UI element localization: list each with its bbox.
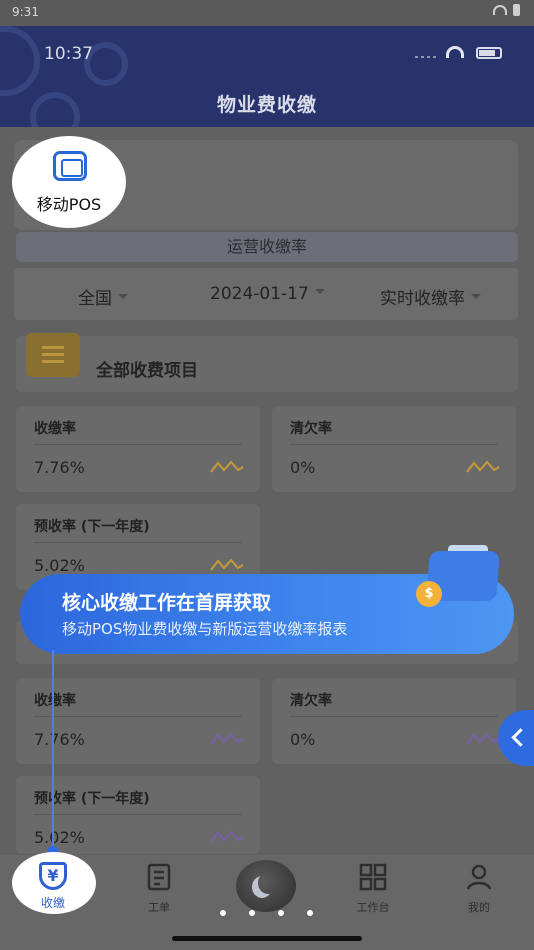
metric-value: 0% xyxy=(290,730,316,749)
app-header: 10:37 物业费收缴 xyxy=(0,26,534,127)
metric-value: 0% xyxy=(290,458,316,477)
metric-value: 5.02% xyxy=(34,556,85,575)
region-dropdown[interactable]: 全国 xyxy=(78,284,128,309)
page-dot xyxy=(220,910,226,916)
metric-label: 清欠率 xyxy=(290,421,332,437)
decor-ring xyxy=(0,26,40,96)
metric-label: 收缴率 xyxy=(34,693,76,709)
filter-row: 全国 2024-01-17 实时收缴率 xyxy=(14,268,518,320)
wifi-icon xyxy=(446,46,464,58)
grid-icon xyxy=(359,863,387,891)
metric-card-collection-rate[interactable]: 收缴率 7.76% xyxy=(16,406,260,492)
system-time: 9:31 xyxy=(12,5,39,19)
list-icon xyxy=(26,333,80,377)
status-clock: 10:37 xyxy=(44,44,93,64)
mobile-pos-label: 移动POS xyxy=(36,195,102,214)
trend-sparkline-icon xyxy=(466,460,500,473)
metric-label: 清欠率 xyxy=(290,693,332,709)
metric-value: 7.76% xyxy=(34,458,85,477)
metric-label: 收缴率 xyxy=(34,421,76,437)
tab-label: 我的 xyxy=(468,901,490,914)
tab-collection[interactable]: ¥ 收缴 xyxy=(18,858,88,911)
date-dropdown[interactable]: 2024-01-17 xyxy=(210,284,325,304)
battery-icon xyxy=(513,4,520,16)
page-dot xyxy=(278,910,284,916)
page-dot xyxy=(307,910,313,916)
metric-card-arrears-rate[interactable]: 清欠率 0% xyxy=(272,678,516,764)
fee-project-label: 全部收费项目 xyxy=(96,361,198,381)
page-dot xyxy=(249,910,255,916)
guide-headline: 核心收缴工作在首屏获取 xyxy=(62,592,272,614)
trend-sparkline-icon xyxy=(466,732,500,745)
trend-sparkline-icon xyxy=(210,732,244,745)
yuan-shield-icon: ¥ xyxy=(39,862,67,890)
guide-subline: 移动POS物业费收缴与新版运营收缴率报表 xyxy=(62,620,348,638)
home-indicator xyxy=(172,936,362,941)
metric-card-arrears-rate[interactable]: 清欠率 0% xyxy=(272,406,516,492)
battery-icon xyxy=(476,47,502,59)
tab-mine[interactable]: 我的 xyxy=(444,858,514,915)
wifi-icon xyxy=(493,5,507,15)
metric-label: 预收率 (下一年度) xyxy=(34,519,150,535)
page-title: 物业费收缴 xyxy=(216,94,317,116)
tab-label: 收缴 xyxy=(40,896,65,910)
section-title: 运营收缴率 xyxy=(16,232,518,262)
metric-dropdown[interactable]: 实时收缴率 xyxy=(380,284,481,309)
metric-value: 5.02% xyxy=(34,828,85,847)
metric-value: 7.76% xyxy=(34,730,85,749)
tab-work-order[interactable]: 工单 xyxy=(124,858,194,915)
pos-terminal-icon xyxy=(53,151,87,181)
coin-icon: $ xyxy=(416,581,442,607)
trend-sparkline-icon xyxy=(210,558,244,571)
guide-pointer-line xyxy=(52,650,54,848)
tab-label: 工单 xyxy=(148,901,170,914)
tab-workbench[interactable]: 工作台 xyxy=(338,858,408,915)
wallet-illustration-icon: $ xyxy=(416,545,502,611)
system-status-bar: 9:31 xyxy=(0,0,534,26)
trend-sparkline-icon xyxy=(210,830,244,843)
signal-dots-icon xyxy=(415,56,437,58)
work-order-icon xyxy=(147,863,171,891)
fee-project-selector[interactable] xyxy=(16,336,518,392)
moon-icon[interactable] xyxy=(236,860,296,912)
guide-page-indicator xyxy=(220,910,313,916)
trend-sparkline-icon xyxy=(210,460,244,473)
tab-label: 工作台 xyxy=(356,901,390,914)
user-icon xyxy=(466,864,492,890)
